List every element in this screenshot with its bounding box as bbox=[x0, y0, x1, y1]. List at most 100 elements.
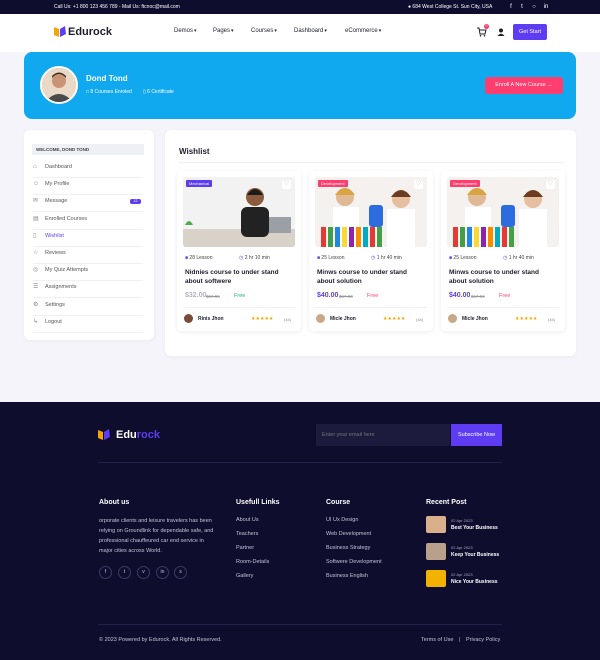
nav-demos[interactable]: Demos bbox=[174, 28, 197, 34]
twitter-icon[interactable]: t bbox=[517, 2, 527, 12]
nav-dashboard[interactable]: Dashboard bbox=[294, 28, 327, 34]
footer-course-link[interactable]: Softwere Development bbox=[326, 559, 382, 565]
lessons: ■ 28 Lesson bbox=[185, 255, 213, 261]
get-start-button[interactable]: Get Start bbox=[513, 24, 547, 40]
footer-course-link[interactable]: Business English bbox=[326, 573, 368, 579]
user-icon: ☺ bbox=[33, 181, 40, 188]
heart-icon[interactable]: ♡ bbox=[414, 180, 423, 189]
course-category-tag[interactable]: Development bbox=[318, 180, 348, 187]
sidebar-item-enrolled-courses[interactable]: ▤ Enrolled Courses bbox=[33, 213, 143, 230]
contact-info: Call Us: +1 800 123 456 789 - Mail Us: f… bbox=[54, 4, 180, 10]
terms-link[interactable]: Terms of Use bbox=[421, 637, 453, 643]
footer-course-link[interactable]: Web Development bbox=[326, 531, 371, 537]
recent-post-title[interactable]: Best Your Business bbox=[451, 525, 498, 531]
course-title[interactable]: Minws course to under stand about soluti… bbox=[317, 268, 419, 286]
footer-logo-icon[interactable] bbox=[98, 429, 110, 440]
course-image[interactable]: Mechanical ♡ bbox=[183, 177, 295, 247]
author-name[interactable]: Micle Jhon bbox=[330, 316, 356, 322]
logo-icon[interactable] bbox=[54, 26, 66, 37]
sidebar-item-label: Message bbox=[45, 198, 68, 205]
duration-text: 1 hr 40 min bbox=[508, 255, 534, 261]
author-name[interactable]: Rinis Jhon bbox=[198, 316, 224, 322]
rating-stars: ★★★★★ bbox=[515, 316, 538, 322]
facebook-icon[interactable]: f bbox=[506, 2, 516, 12]
course-title[interactable]: Minws course to under stand about soluti… bbox=[449, 268, 551, 286]
card-divider bbox=[447, 307, 559, 308]
settings-icon: ⚙ bbox=[33, 301, 39, 308]
address-info: ● 684 West College St. Sun City, USA bbox=[408, 4, 492, 10]
course-card[interactable]: Development ♡ ■ 25 Lesson ◷ 1 hr 40 min Minw… bbox=[309, 171, 433, 331]
footer-link[interactable]: Partner bbox=[236, 545, 254, 551]
footer-facebook-icon[interactable]: f bbox=[99, 566, 112, 579]
recent-post-date: 02 Apr 2023 bbox=[451, 572, 473, 577]
footer-twitter-icon[interactable]: t bbox=[118, 566, 131, 579]
footer-skype-icon[interactable]: s bbox=[174, 566, 187, 579]
sidebar-item-dashboard[interactable]: ⌂ Dashboard bbox=[33, 161, 143, 178]
course-card[interactable]: Development ♡ ■ 25 Lesson ◷ 1 hr 40 min Minw… bbox=[441, 171, 565, 331]
course-category-tag[interactable]: Mechanical bbox=[186, 180, 213, 187]
footer-linkedin-icon[interactable]: in bbox=[156, 566, 169, 579]
nav-pages[interactable]: Pages bbox=[213, 28, 234, 34]
arrow-right-icon: → bbox=[547, 82, 553, 88]
subscribe-button[interactable]: Subscribe Now bbox=[451, 424, 502, 446]
newsletter-email-input[interactable] bbox=[316, 424, 450, 446]
privacy-link[interactable]: Privacy Policy bbox=[466, 637, 500, 643]
logo-text[interactable]: Edurock bbox=[68, 26, 112, 38]
sidebar-item-message[interactable]: ✉ Message 12 bbox=[33, 195, 143, 213]
nav-courses[interactable]: Courses bbox=[251, 28, 277, 34]
location-icon: ● bbox=[408, 4, 412, 10]
sidebar-item-label: Wishlist bbox=[45, 232, 64, 239]
certificates: ▯ 6 Certificate bbox=[143, 89, 174, 95]
sidebar-item-reviews[interactable]: ☆ Reviews bbox=[33, 247, 143, 264]
course-card[interactable]: Mechanical ♡ ■ 28 Lesson ◷ 2 hr 10 min Nidni… bbox=[177, 171, 301, 331]
sidebar-welcome: Welcome, Dond Tond bbox=[32, 144, 144, 155]
nav-ecommerce[interactable]: eCommerce bbox=[345, 28, 381, 34]
footer-link[interactable]: Gallery bbox=[236, 573, 253, 579]
sidebar-item-assignments[interactable]: ☰ Assignments bbox=[33, 281, 143, 299]
course-category-tag[interactable]: Development bbox=[450, 180, 480, 187]
lessons-count: 25 Lesson bbox=[453, 255, 477, 261]
sidebar-item-wishlist[interactable]: ▯ Wishlist bbox=[33, 230, 143, 247]
footer-course-link[interactable]: Business Strategy bbox=[326, 545, 370, 551]
user-icon[interactable] bbox=[497, 28, 505, 36]
sidebar-item-settings[interactable]: ⚙ Settings bbox=[33, 299, 143, 316]
recent-post-thumbnail[interactable] bbox=[426, 570, 446, 587]
book-icon: ■ bbox=[449, 255, 453, 261]
footer-logo-text[interactable]: Edurock bbox=[116, 429, 160, 441]
heart-icon[interactable]: ♡ bbox=[282, 180, 291, 189]
lessons-count: 25 Lesson bbox=[321, 255, 345, 261]
footer-link[interactable]: Teachers bbox=[236, 531, 258, 537]
linkedin-icon[interactable]: in bbox=[541, 2, 551, 12]
logo-part1: Edu bbox=[68, 26, 89, 38]
footer-link[interactable]: About Us bbox=[236, 517, 259, 523]
duration-text: 2 hr 10 min bbox=[244, 255, 270, 261]
recent-post-thumbnail[interactable] bbox=[426, 543, 446, 560]
enroll-new-course-button[interactable]: Enroll A New Course → bbox=[485, 77, 563, 94]
sidebar-item-logout[interactable]: ↳ Logout bbox=[33, 316, 143, 333]
recent-post-title[interactable]: Keep Your Business bbox=[451, 552, 499, 558]
enroll-label: Enroll A New Course bbox=[495, 82, 546, 88]
footer-bottom-divider bbox=[98, 624, 502, 625]
home-icon: ⌂ bbox=[33, 164, 37, 170]
footer-vimeo-icon[interactable]: v bbox=[137, 566, 150, 579]
author-name[interactable]: Micle Jhon bbox=[462, 316, 488, 322]
instagram-icon[interactable]: ○ bbox=[529, 2, 539, 12]
sidebar-item-my-quiz-attempts[interactable]: ◎ My Quiz Attempts bbox=[33, 264, 143, 282]
courses-enrolled: □ 8 Courses Enroled bbox=[86, 89, 132, 95]
recent-post-thumbnail[interactable] bbox=[426, 516, 446, 533]
course-image[interactable]: Development ♡ bbox=[315, 177, 427, 247]
footer-course-link[interactable]: UI Ux Design bbox=[326, 517, 358, 523]
book-icon: □ bbox=[86, 89, 90, 95]
cart-count-badge: 0 bbox=[484, 24, 489, 29]
top-bar: Call Us: +1 800 123 456 789 - Mail Us: f… bbox=[0, 0, 600, 14]
course-image[interactable]: Development ♡ bbox=[447, 177, 559, 247]
copyright: © 2023 Powered by Edurock. All Rights Re… bbox=[99, 637, 222, 643]
main-nav: Edurock Demos Pages Courses Dashboard eC… bbox=[0, 14, 600, 52]
course-title[interactable]: Nidnies course to under stand about soft… bbox=[185, 268, 287, 286]
heart-icon[interactable]: ♡ bbox=[546, 180, 555, 189]
recent-post-title[interactable]: Nice Your Business bbox=[451, 579, 498, 585]
footer-link[interactable]: Room-Details bbox=[236, 559, 269, 565]
sidebar-item-my-profile[interactable]: ☺ My Profile bbox=[33, 178, 143, 196]
course-free-label: Free bbox=[499, 293, 511, 299]
clock-icon: ◷ bbox=[503, 255, 508, 261]
